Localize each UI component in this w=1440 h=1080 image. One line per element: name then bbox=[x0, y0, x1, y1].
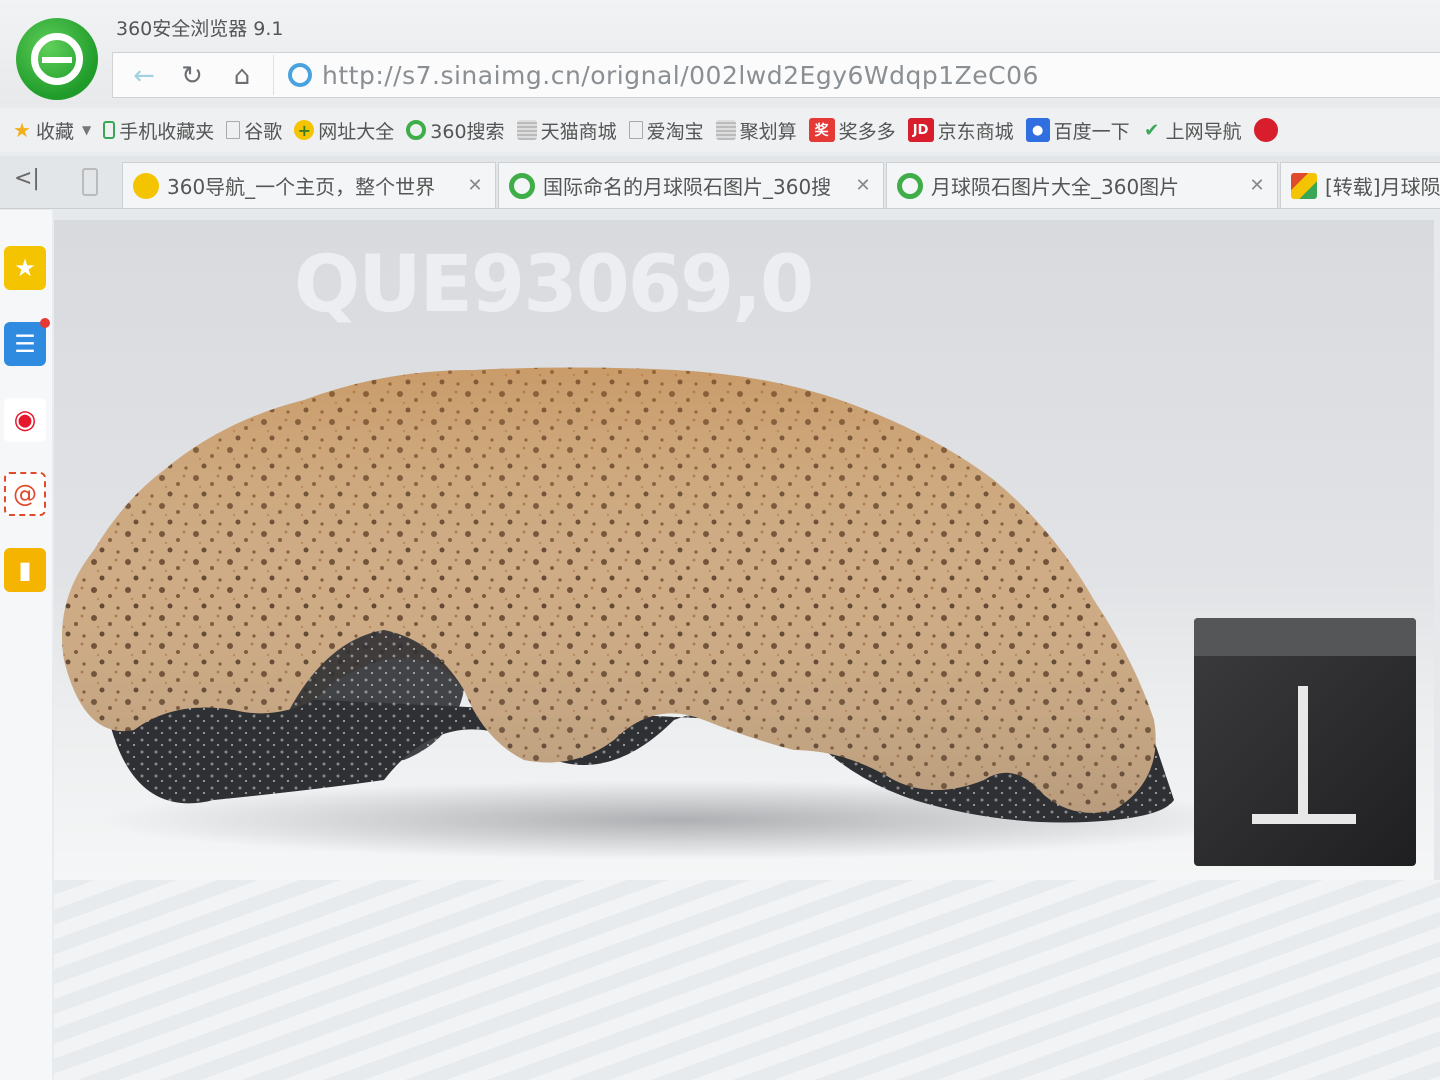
back-arrow-icon[interactable]: ← bbox=[125, 57, 163, 95]
bookmark-jiangduoduo[interactable]: 奖 奖多多 bbox=[808, 117, 896, 144]
tab-moon-meteorite-images[interactable]: 月球陨石图片大全_360图片 ✕ bbox=[886, 162, 1278, 208]
bookmark-label: 手机收藏夹 bbox=[119, 120, 215, 143]
jiang-icon: 奖 bbox=[808, 118, 835, 142]
jd-icon: JD bbox=[907, 118, 934, 142]
bookmark-label: 360搜索 bbox=[430, 120, 505, 143]
navigation-bar: ← ↻ ⌂ http://s7.sinaimg.cn/orignal/002lw… bbox=[112, 52, 1440, 98]
tab-label: 360导航_一个主页，整个世界 bbox=[167, 175, 436, 199]
news-icon[interactable]: ☰ bbox=[4, 318, 50, 366]
home-icon[interactable]: ⌂ bbox=[223, 57, 261, 95]
mobile-icon[interactable] bbox=[82, 168, 98, 196]
bookmark-label: 京东商城 bbox=[937, 120, 1014, 143]
bookmark-hao123[interactable]: ✔ 上网导航 bbox=[1142, 117, 1242, 144]
bookmark-juhuasuan[interactable]: 聚划算 bbox=[715, 117, 797, 144]
tab-repost-moon[interactable]: [转载]月球陨 bbox=[1280, 162, 1440, 208]
bookmarks-bar: ★ 收藏 ▼ 手机收藏夹 谷歌 + 网址大全 360搜索 天猫商城 爱淘宝 聚划… bbox=[0, 108, 1440, 152]
bookmark-label: 奖多多 bbox=[838, 120, 896, 143]
star-icon: ★ bbox=[13, 118, 31, 142]
url-text[interactable]: http://s7.sinaimg.cn/orignal/002lwd2Egy6… bbox=[322, 61, 1039, 90]
search-circle-icon bbox=[406, 120, 427, 140]
bookmark-mobile[interactable]: 手机收藏夹 bbox=[103, 117, 214, 144]
bookmark-hao360[interactable]: + 网址大全 bbox=[294, 117, 394, 144]
bookmark-tmall[interactable]: 天猫商城 bbox=[516, 117, 617, 144]
tab-bar: <| 360导航_一个主页，整个世界 ✕ 国际命名的月球陨石图片_360搜 ✕ … bbox=[0, 156, 1440, 209]
tab-label: 国际命名的月球陨石图片_360搜 bbox=[543, 175, 832, 199]
bookmark-label: 百度一下 bbox=[1053, 120, 1130, 143]
bookmark-jd[interactable]: JD 京东商城 bbox=[907, 117, 1014, 144]
site-globe-icon bbox=[288, 63, 312, 87]
bookmark-label: 聚划算 bbox=[739, 120, 797, 143]
paw-icon: ● bbox=[1025, 118, 1050, 142]
browser-logo-icon bbox=[16, 18, 98, 100]
bookmark-label: 上网导航 bbox=[1165, 120, 1242, 143]
mail-icon[interactable]: @ bbox=[4, 472, 46, 516]
close-icon[interactable]: ✕ bbox=[851, 175, 875, 196]
close-icon[interactable]: ✕ bbox=[463, 175, 487, 196]
bookmark-aitaobao[interactable]: 爱淘宝 bbox=[628, 117, 704, 144]
search-circle-icon bbox=[509, 172, 535, 199]
page-icon bbox=[226, 121, 241, 139]
grid-icon bbox=[715, 120, 736, 140]
reload-icon[interactable]: ↻ bbox=[173, 57, 211, 95]
bookmark-favorites[interactable]: ★ 收藏 ▼ bbox=[12, 117, 91, 144]
favorites-star-icon[interactable]: ★ bbox=[4, 246, 46, 290]
address-bar[interactable]: http://s7.sinaimg.cn/orignal/002lwd2Egy6… bbox=[273, 55, 1440, 95]
bookmark-label: 网址大全 bbox=[318, 120, 395, 143]
bookmark-more[interactable] bbox=[1253, 118, 1282, 142]
c5-icon bbox=[1253, 118, 1278, 142]
close-icon[interactable]: ✕ bbox=[1245, 175, 1269, 196]
page-background bbox=[54, 880, 1440, 1080]
meteorite-photo: QUE93069,0 bbox=[54, 220, 1434, 880]
tab-label: 月球陨石图片大全_360图片 bbox=[931, 175, 1180, 199]
bookmark-label: 收藏 bbox=[36, 120, 75, 143]
search-circle-icon bbox=[897, 172, 923, 199]
tab-scroll-left-icon[interactable]: <| bbox=[14, 166, 40, 191]
window-title: 360安全浏览器 9.1 bbox=[116, 18, 284, 40]
bookmark-label: 天猫商城 bbox=[540, 120, 617, 143]
bookmark-google[interactable]: 谷歌 bbox=[226, 117, 282, 144]
phone-icon bbox=[103, 121, 116, 139]
plus-circle-icon: + bbox=[294, 120, 315, 140]
page-icon bbox=[628, 121, 643, 139]
chevron-down-icon[interactable]: ▼ bbox=[82, 123, 91, 137]
plus-circle-icon bbox=[133, 172, 159, 199]
grid-icon bbox=[516, 120, 537, 140]
bookmark-360search[interactable]: 360搜索 bbox=[406, 117, 505, 144]
bookmark-label: 谷歌 bbox=[244, 120, 283, 143]
tab-moon-meteorite-search[interactable]: 国际命名的月球陨石图片_360搜 ✕ bbox=[498, 162, 884, 208]
title-bar: 360安全浏览器 9.1 ← ↻ ⌂ http://s7.sinaimg.cn/… bbox=[0, 0, 1440, 105]
hao-icon: ✔ bbox=[1144, 119, 1160, 141]
tab-label: [转载]月球陨 bbox=[1325, 175, 1440, 199]
note-icon[interactable]: ▮ bbox=[4, 548, 46, 592]
sidebar: ★ ☰ ◉ @ ▮ bbox=[0, 210, 52, 1080]
blog-icon bbox=[1291, 172, 1317, 199]
page-content: QUE93069,0 bbox=[54, 210, 1440, 1080]
notification-dot bbox=[40, 318, 50, 328]
weibo-icon[interactable]: ◉ bbox=[4, 398, 46, 442]
tab-360-navigation[interactable]: 360导航_一个主页，整个世界 ✕ bbox=[122, 162, 496, 208]
bookmark-label: 爱淘宝 bbox=[646, 120, 704, 143]
scale-cube bbox=[1194, 618, 1416, 866]
bookmark-baidu[interactable]: ● 百度一下 bbox=[1025, 117, 1130, 144]
